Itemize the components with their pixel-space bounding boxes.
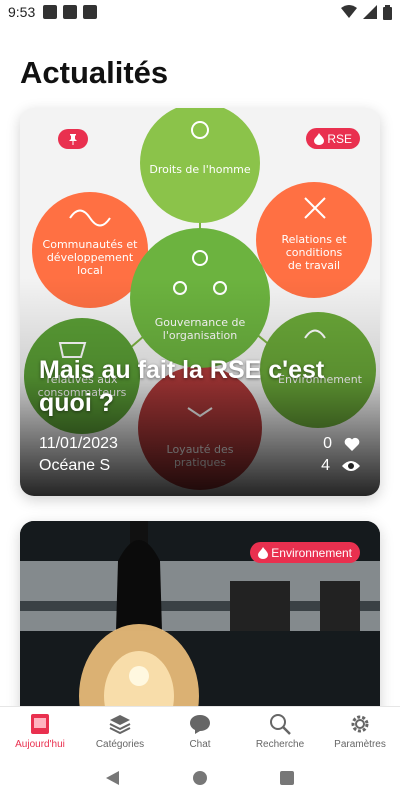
recents-icon[interactable]: [279, 771, 294, 785]
tag-label: RSE: [327, 131, 352, 146]
system-navigation: [0, 756, 400, 800]
nav-item-categories[interactable]: Catégories: [80, 707, 160, 756]
category-tag[interactable]: Environnement: [250, 542, 360, 563]
nav-item-settings[interactable]: Paramètres: [320, 707, 400, 756]
pin-icon: [69, 134, 77, 145]
article-card[interactable]: Environnement: [20, 521, 380, 721]
article-card[interactable]: Droits de l'homme Relations et condition…: [20, 108, 380, 496]
sd-card-icon: [43, 5, 58, 19]
layers-icon: [109, 713, 131, 735]
tag-label: Environnement: [271, 545, 352, 560]
signal-icon: [363, 5, 377, 19]
pinned-badge: [58, 129, 88, 149]
search-icon: [269, 713, 291, 735]
nav-label: Catégories: [95, 739, 145, 750]
flame-icon: [258, 546, 269, 559]
svg-text:local: local: [77, 264, 103, 277]
page-title: Actualités: [20, 55, 169, 90]
bottom-navigation: Aujourd'hui Catégories Chat Recherche Pa…: [0, 706, 400, 756]
status-time: 9:53: [8, 4, 36, 20]
status-bar: 9:53: [0, 0, 400, 24]
svg-text:Relations et: Relations et: [281, 233, 347, 246]
nav-item-search[interactable]: Recherche: [240, 707, 320, 756]
notification-icon: [63, 5, 78, 19]
svg-text:conditions: conditions: [286, 246, 343, 259]
back-icon[interactable]: [106, 771, 120, 785]
article-title[interactable]: Mais au fait la RSE c'est quoi ?: [39, 354, 369, 419]
nav-label: Recherche: [255, 739, 305, 750]
nav-label: Chat: [189, 739, 211, 750]
heart-icon: [344, 437, 360, 451]
today-icon: [29, 713, 51, 735]
like-stat[interactable]: 0: [323, 435, 360, 453]
svg-text:Droits de l'homme: Droits de l'homme: [149, 163, 251, 176]
gear-icon: [349, 713, 371, 735]
nav-label: Aujourd'hui: [15, 739, 65, 750]
chat-icon: [189, 713, 211, 735]
svg-text:Communautés et: Communautés et: [43, 238, 139, 251]
view-stat: 4: [321, 457, 360, 475]
article-author: Océane S: [39, 457, 111, 474]
battery-icon: [383, 4, 392, 20]
view-count: 4: [321, 457, 330, 474]
app-notification-icon: [83, 5, 98, 19]
category-tag[interactable]: RSE: [306, 128, 360, 149]
nav-label: Paramètres: [334, 739, 386, 750]
wifi-icon: [341, 5, 357, 18]
svg-text:de travail: de travail: [288, 259, 340, 272]
eye-icon: [342, 461, 360, 471]
nav-item-today[interactable]: Aujourd'hui: [0, 707, 80, 756]
article-date: 11/01/2023: [39, 435, 118, 452]
home-icon[interactable]: [192, 771, 207, 785]
svg-text:développement: développement: [47, 251, 134, 264]
flame-icon: [314, 132, 325, 145]
like-count: 0: [323, 435, 332, 452]
nav-item-chat[interactable]: Chat: [160, 707, 240, 756]
